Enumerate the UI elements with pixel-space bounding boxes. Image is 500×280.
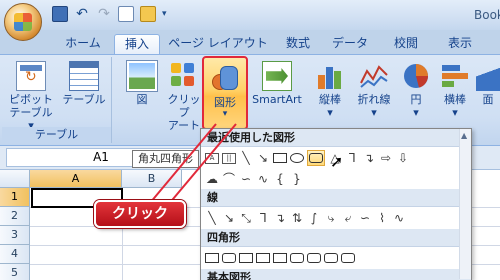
callout-pointer xyxy=(149,123,237,206)
click-callout: クリック xyxy=(94,200,186,228)
